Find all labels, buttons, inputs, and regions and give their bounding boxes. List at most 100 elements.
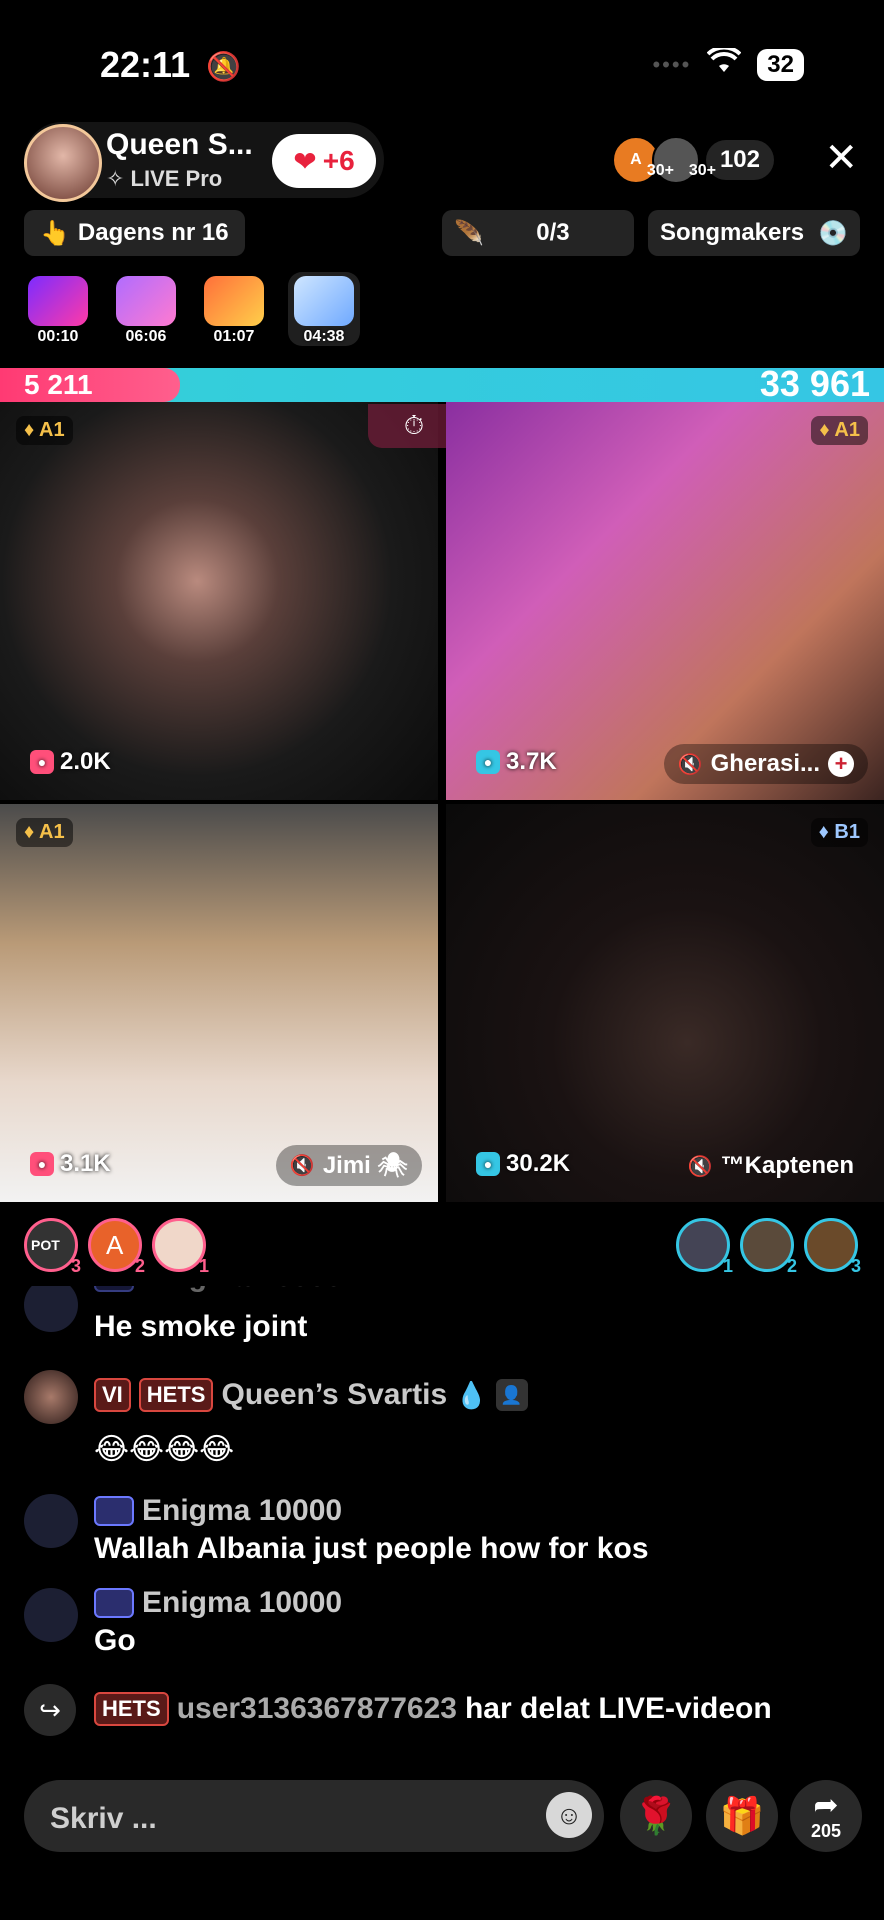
timer-label: 00:10 xyxy=(37,328,79,345)
host-tier: ✧ LIVE Pro xyxy=(106,166,223,191)
tile-score: ● 3.7K xyxy=(476,748,557,776)
rose-icon: 🌹 xyxy=(633,1795,679,1836)
gift-icon: 🎁 xyxy=(719,1795,765,1836)
comment-placeholder: Skriv ... xyxy=(50,1802,157,1835)
participant-name[interactable]: 🔇 Jimi 🕷 xyxy=(275,1145,422,1186)
lightning-icon xyxy=(28,276,88,326)
host-name: Queen S... xyxy=(106,128,253,161)
video-tile-1[interactable]: ♦ A1 ● 2.0K xyxy=(0,402,438,800)
timer-label: 01:07 xyxy=(213,328,255,345)
muted-icon: 🔇 xyxy=(289,1155,315,1177)
disc-icon: 💿 xyxy=(818,219,848,247)
status-right: •••• 32 xyxy=(652,45,804,81)
battle-score-right: 33 961 xyxy=(759,363,870,404)
camera-icon: ● xyxy=(476,1152,500,1176)
timer-item[interactable]: 04:38 xyxy=(288,272,360,346)
hets-badge: HETS xyxy=(94,1692,169,1726)
blood-drop-icon: 💧 xyxy=(455,1379,488,1410)
rose-gift-button[interactable]: 🌹 xyxy=(620,1780,692,1852)
chat-feed[interactable]: Enigma 10000 He smoke joint VI HETS Quee… xyxy=(0,1286,884,1686)
chat-avatar[interactable] xyxy=(24,1370,78,1424)
viewer-badge: 30+ xyxy=(646,162,674,179)
chat-username[interactable]: Enigma 10000 xyxy=(94,1494,342,1528)
share-arrow-icon: ➦ xyxy=(813,1788,839,1822)
tile-rank-badge: ♦ A1 xyxy=(811,416,868,445)
chat-message: He smoke joint xyxy=(94,1310,308,1343)
tile-rank-badge: ♦ A1 xyxy=(16,818,73,847)
chat-message: 😂😂😂😂 xyxy=(94,1433,235,1466)
supporter-avatar[interactable]: 2 xyxy=(740,1218,797,1276)
share-notice: HETS user3136367877623 har delat LIVE-vi… xyxy=(94,1692,772,1726)
viewer-badge: 30+ xyxy=(688,162,716,179)
chat-avatar[interactable] xyxy=(24,1286,78,1332)
tile-score: ● 2.0K xyxy=(30,748,111,776)
muted-icon: 🔇 xyxy=(687,1155,713,1178)
follow-like-button[interactable]: ❤ +6 xyxy=(272,134,376,188)
video-tile-3[interactable]: ♦ A1 ● 3.1K 🔇 Jimi 🕷 xyxy=(0,804,438,1202)
chat-message: Go xyxy=(94,1624,136,1657)
supporter-avatar[interactable]: 1 xyxy=(152,1218,209,1276)
mask-badge-icon xyxy=(94,1588,134,1618)
chat-username[interactable]: Enigma 10000 xyxy=(94,1286,342,1294)
close-icon[interactable]: ✕ xyxy=(824,138,858,178)
songmakers-label: Songmakers xyxy=(660,219,805,246)
like-count: +6 xyxy=(322,145,355,176)
songmakers-pill[interactable]: Songmakers 💿 xyxy=(648,210,860,256)
camera-icon: ● xyxy=(30,1152,54,1176)
status-time: 22:11 xyxy=(100,44,191,85)
share-count: 205 xyxy=(810,1820,842,1841)
emoji-icon[interactable]: ☺ xyxy=(546,1792,592,1838)
signal-icon: •••• xyxy=(652,51,692,77)
battle-score-left: 5 211 xyxy=(24,369,93,400)
supporter-avatar[interactable]: POT 3 xyxy=(24,1218,81,1276)
timer-item[interactable]: 01:07 xyxy=(198,272,270,346)
timer-label: 04:38 xyxy=(303,328,345,345)
heart-icon: ❤ xyxy=(293,145,317,177)
supporter-avatar[interactable]: A 2 xyxy=(88,1218,145,1276)
quiz-card-icon xyxy=(294,276,354,326)
tile-score: ● 3.1K xyxy=(30,1150,111,1178)
vip-badge: VI xyxy=(94,1378,131,1412)
participant-name[interactable]: 🔇 Gherasi... + xyxy=(663,744,868,784)
supporter-avatar[interactable]: 1 xyxy=(676,1218,733,1276)
tile-rank-badge: ♦ A1 xyxy=(16,416,73,445)
quest-pill[interactable]: 🪶 0/3 xyxy=(442,210,634,256)
chat-username[interactable]: VI HETS Queen’s Svartis 💧 👤 xyxy=(94,1378,528,1412)
supporter-avatar[interactable]: 3 xyxy=(804,1218,861,1276)
chat-avatar[interactable] xyxy=(24,1588,78,1642)
quest-icon: 🪶 xyxy=(454,219,484,247)
timer-item[interactable]: 06:06 xyxy=(110,272,182,346)
hets-badge: HETS xyxy=(138,1378,214,1412)
chat-avatar[interactable] xyxy=(24,1494,78,1548)
participant-name[interactable]: 🔇 ™Kaptenen xyxy=(674,1146,868,1186)
muted-icon: 🔇 xyxy=(677,753,703,776)
camera-icon: ● xyxy=(30,750,54,774)
add-icon[interactable]: + xyxy=(828,751,854,777)
battery-level: 32 xyxy=(757,48,804,81)
tile-rank-badge: ♦ B1 xyxy=(810,818,868,847)
mask-badge-icon xyxy=(94,1496,134,1526)
timer-item[interactable]: 00:10 xyxy=(22,272,94,346)
video-tile-2[interactable]: ♦ A1 ● 3.7K 🔇 Gherasi... + xyxy=(446,402,884,800)
daily-rank-pill[interactable]: 👆 Dagens nr 16 xyxy=(24,210,245,256)
bell-muted-icon: 🔕 xyxy=(206,51,241,82)
share-icon: ↪ xyxy=(24,1684,76,1736)
mask-badge-icon xyxy=(94,1286,134,1292)
gift-button[interactable]: 🎁 xyxy=(706,1780,778,1852)
host-avatar[interactable] xyxy=(24,124,102,202)
viewer-count[interactable]: 102 xyxy=(705,140,774,180)
envelope-icon xyxy=(116,276,176,326)
fire-icon: 👆 xyxy=(40,219,70,247)
treasure-chest-icon xyxy=(204,276,264,326)
profile-icon[interactable]: 👤 xyxy=(495,1379,528,1411)
wifi-icon xyxy=(706,45,742,81)
quest-progress: 0/3 xyxy=(536,219,570,246)
video-tile-4[interactable]: ♦ B1 ● 30.2K 🔇 ™Kaptenen xyxy=(446,804,884,1202)
camera-icon: ● xyxy=(476,750,500,774)
timer-label: 06:06 xyxy=(125,328,167,345)
daily-rank-label: Dagens nr 16 xyxy=(77,219,229,246)
chat-message: Wallah Albania just people how for kos xyxy=(94,1532,649,1565)
chat-username[interactable]: Enigma 10000 xyxy=(94,1586,342,1620)
tile-score: ● 30.2K xyxy=(476,1150,570,1178)
share-button[interactable]: ➦ 205 xyxy=(790,1780,862,1852)
